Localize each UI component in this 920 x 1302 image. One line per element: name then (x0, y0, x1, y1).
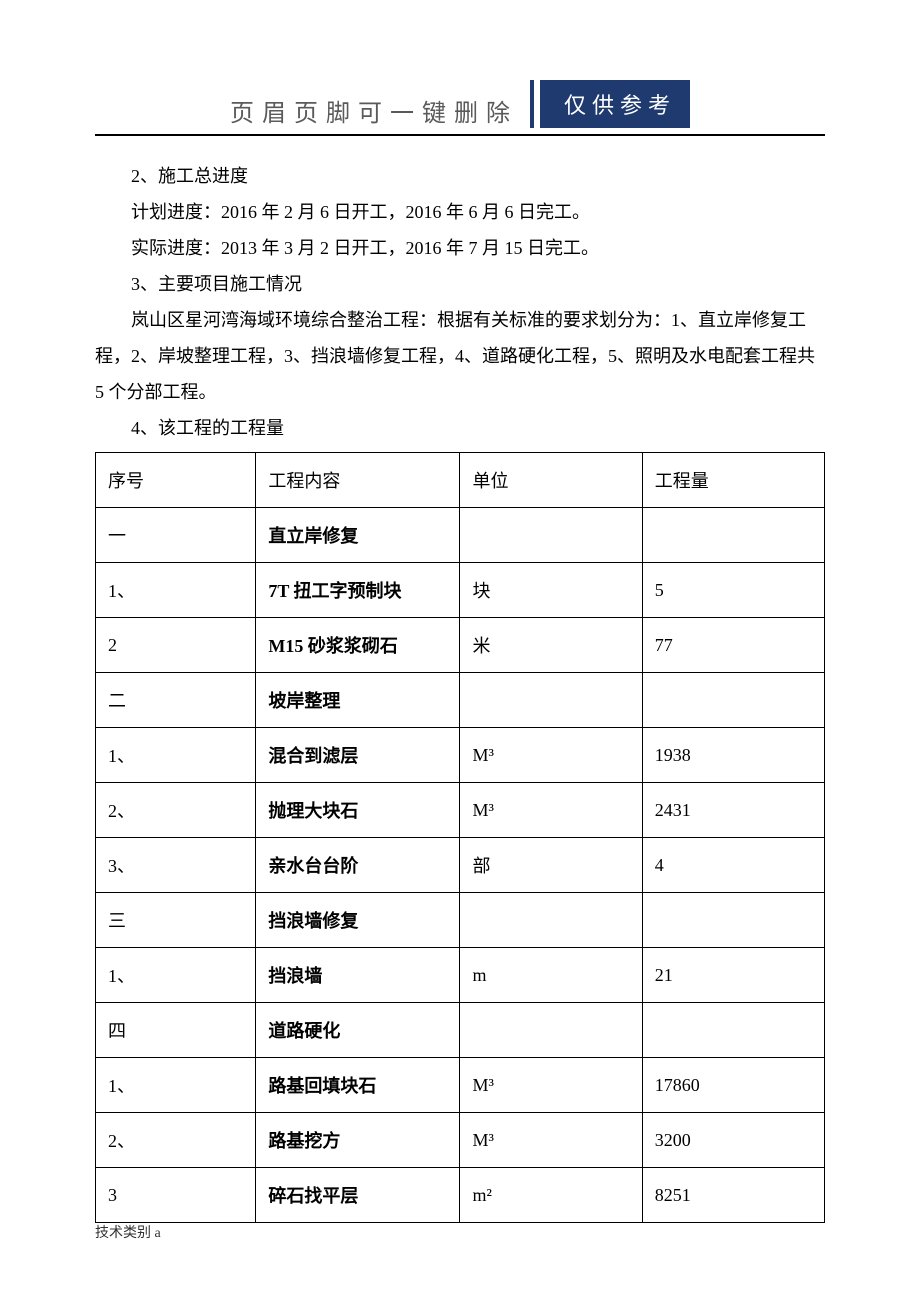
cell-seq: 四 (96, 1003, 256, 1058)
cell-unit: m (460, 948, 642, 1003)
table-row: 1、 混合到滤层 M³ 1938 (96, 728, 825, 783)
cell-qty: 17860 (642, 1058, 824, 1113)
cell-content: 路基挖方 (256, 1113, 460, 1168)
th-unit: 单位 (460, 453, 642, 508)
cell-qty (642, 508, 824, 563)
table-row: 2 M15 砂浆浆砌石 米 77 (96, 618, 825, 673)
cell-content: 坡岸整理 (256, 673, 460, 728)
header-rule (95, 134, 825, 136)
cell-unit: 块 (460, 563, 642, 618)
cell-unit (460, 508, 642, 563)
header-title: 页眉页脚可一键删除 (230, 93, 518, 128)
table-row: 四 道路硬化 (96, 1003, 825, 1058)
table-row: 3 碎石找平层 m² 8251 (96, 1168, 825, 1223)
cell-content: 挡浪墙 (256, 948, 460, 1003)
cell-qty (642, 1003, 824, 1058)
document-body: 2、施工总进度 计划进度：2016 年 2 月 6 日开工，2016 年 6 月… (95, 158, 825, 446)
cell-seq: 2 (96, 618, 256, 673)
paragraph: 3、主要项目施工情况 (95, 266, 825, 302)
cell-qty: 77 (642, 618, 824, 673)
cell-seq: 1、 (96, 1058, 256, 1113)
cell-seq: 1、 (96, 728, 256, 783)
paragraph: 计划进度：2016 年 2 月 6 日开工，2016 年 6 月 6 日完工。 (95, 194, 825, 230)
cell-qty: 3200 (642, 1113, 824, 1168)
page-header: 页眉页脚可一键删除 仅供参考 (95, 80, 825, 128)
cell-content: 混合到滤层 (256, 728, 460, 783)
cell-qty: 1938 (642, 728, 824, 783)
cell-qty: 2431 (642, 783, 824, 838)
cell-qty (642, 673, 824, 728)
table-row: 3、 亲水台台阶 部 4 (96, 838, 825, 893)
cell-content: 路基回填块石 (256, 1058, 460, 1113)
cell-unit (460, 673, 642, 728)
table-row: 1、 路基回填块石 M³ 17860 (96, 1058, 825, 1113)
cell-seq: 3 (96, 1168, 256, 1223)
cell-content: 抛理大块石 (256, 783, 460, 838)
cell-content: 7T 扭工字预制块 (256, 563, 460, 618)
cell-seq: 3、 (96, 838, 256, 893)
cell-unit (460, 893, 642, 948)
table-row: 三 挡浪墙修复 (96, 893, 825, 948)
cell-unit: M³ (460, 783, 642, 838)
paragraph: 4、该工程的工程量 (95, 410, 825, 446)
table-row: 2、 路基挖方 M³ 3200 (96, 1113, 825, 1168)
cell-unit: M³ (460, 1058, 642, 1113)
cell-unit: M³ (460, 1113, 642, 1168)
table-header-row: 序号 工程内容 单位 工程量 (96, 453, 825, 508)
cell-content: 直立岸修复 (256, 508, 460, 563)
cell-qty: 8251 (642, 1168, 824, 1223)
cell-content: M15 砂浆浆砌石 (256, 618, 460, 673)
quantities-table: 序号 工程内容 单位 工程量 一 直立岸修复 1、 7T 扭工字预制块 块 (95, 452, 825, 1223)
cell-unit (460, 1003, 642, 1058)
th-content: 工程内容 (256, 453, 460, 508)
cell-qty (642, 893, 824, 948)
header-badge: 仅供参考 (540, 80, 690, 128)
cell-seq: 1、 (96, 563, 256, 618)
table-row: 一 直立岸修复 (96, 508, 825, 563)
cell-content: 碎石找平层 (256, 1168, 460, 1223)
page-footer: 技术类别 a (95, 1222, 161, 1242)
table-row: 2、 抛理大块石 M³ 2431 (96, 783, 825, 838)
table-row: 1、 挡浪墙 m 21 (96, 948, 825, 1003)
table-body: 一 直立岸修复 1、 7T 扭工字预制块 块 5 2 M15 砂浆浆砌石 米 7… (96, 508, 825, 1223)
cell-seq: 2、 (96, 783, 256, 838)
cell-unit: m² (460, 1168, 642, 1223)
cell-qty: 21 (642, 948, 824, 1003)
cell-unit: M³ (460, 728, 642, 783)
cell-unit: 米 (460, 618, 642, 673)
cell-qty: 4 (642, 838, 824, 893)
table-row: 1、 7T 扭工字预制块 块 5 (96, 563, 825, 618)
paragraph: 实际进度：2013 年 3 月 2 日开工，2016 年 7 月 15 日完工。 (95, 230, 825, 266)
cell-qty: 5 (642, 563, 824, 618)
paragraph: 2、施工总进度 (95, 158, 825, 194)
cell-seq: 一 (96, 508, 256, 563)
paragraph: 岚山区星河湾海域环境综合整治工程：根据有关标准的要求划分为：1、直立岸修复工程，… (95, 302, 825, 410)
th-seq: 序号 (96, 453, 256, 508)
cell-content: 亲水台台阶 (256, 838, 460, 893)
cell-seq: 2、 (96, 1113, 256, 1168)
quantities-table-wrap: 序号 工程内容 单位 工程量 一 直立岸修复 1、 7T 扭工字预制块 块 (95, 452, 825, 1223)
cell-seq: 三 (96, 893, 256, 948)
cell-unit: 部 (460, 838, 642, 893)
cell-content: 道路硬化 (256, 1003, 460, 1058)
table-row: 二 坡岸整理 (96, 673, 825, 728)
cell-content: 挡浪墙修复 (256, 893, 460, 948)
th-qty: 工程量 (642, 453, 824, 508)
cell-seq: 1、 (96, 948, 256, 1003)
cell-seq: 二 (96, 673, 256, 728)
